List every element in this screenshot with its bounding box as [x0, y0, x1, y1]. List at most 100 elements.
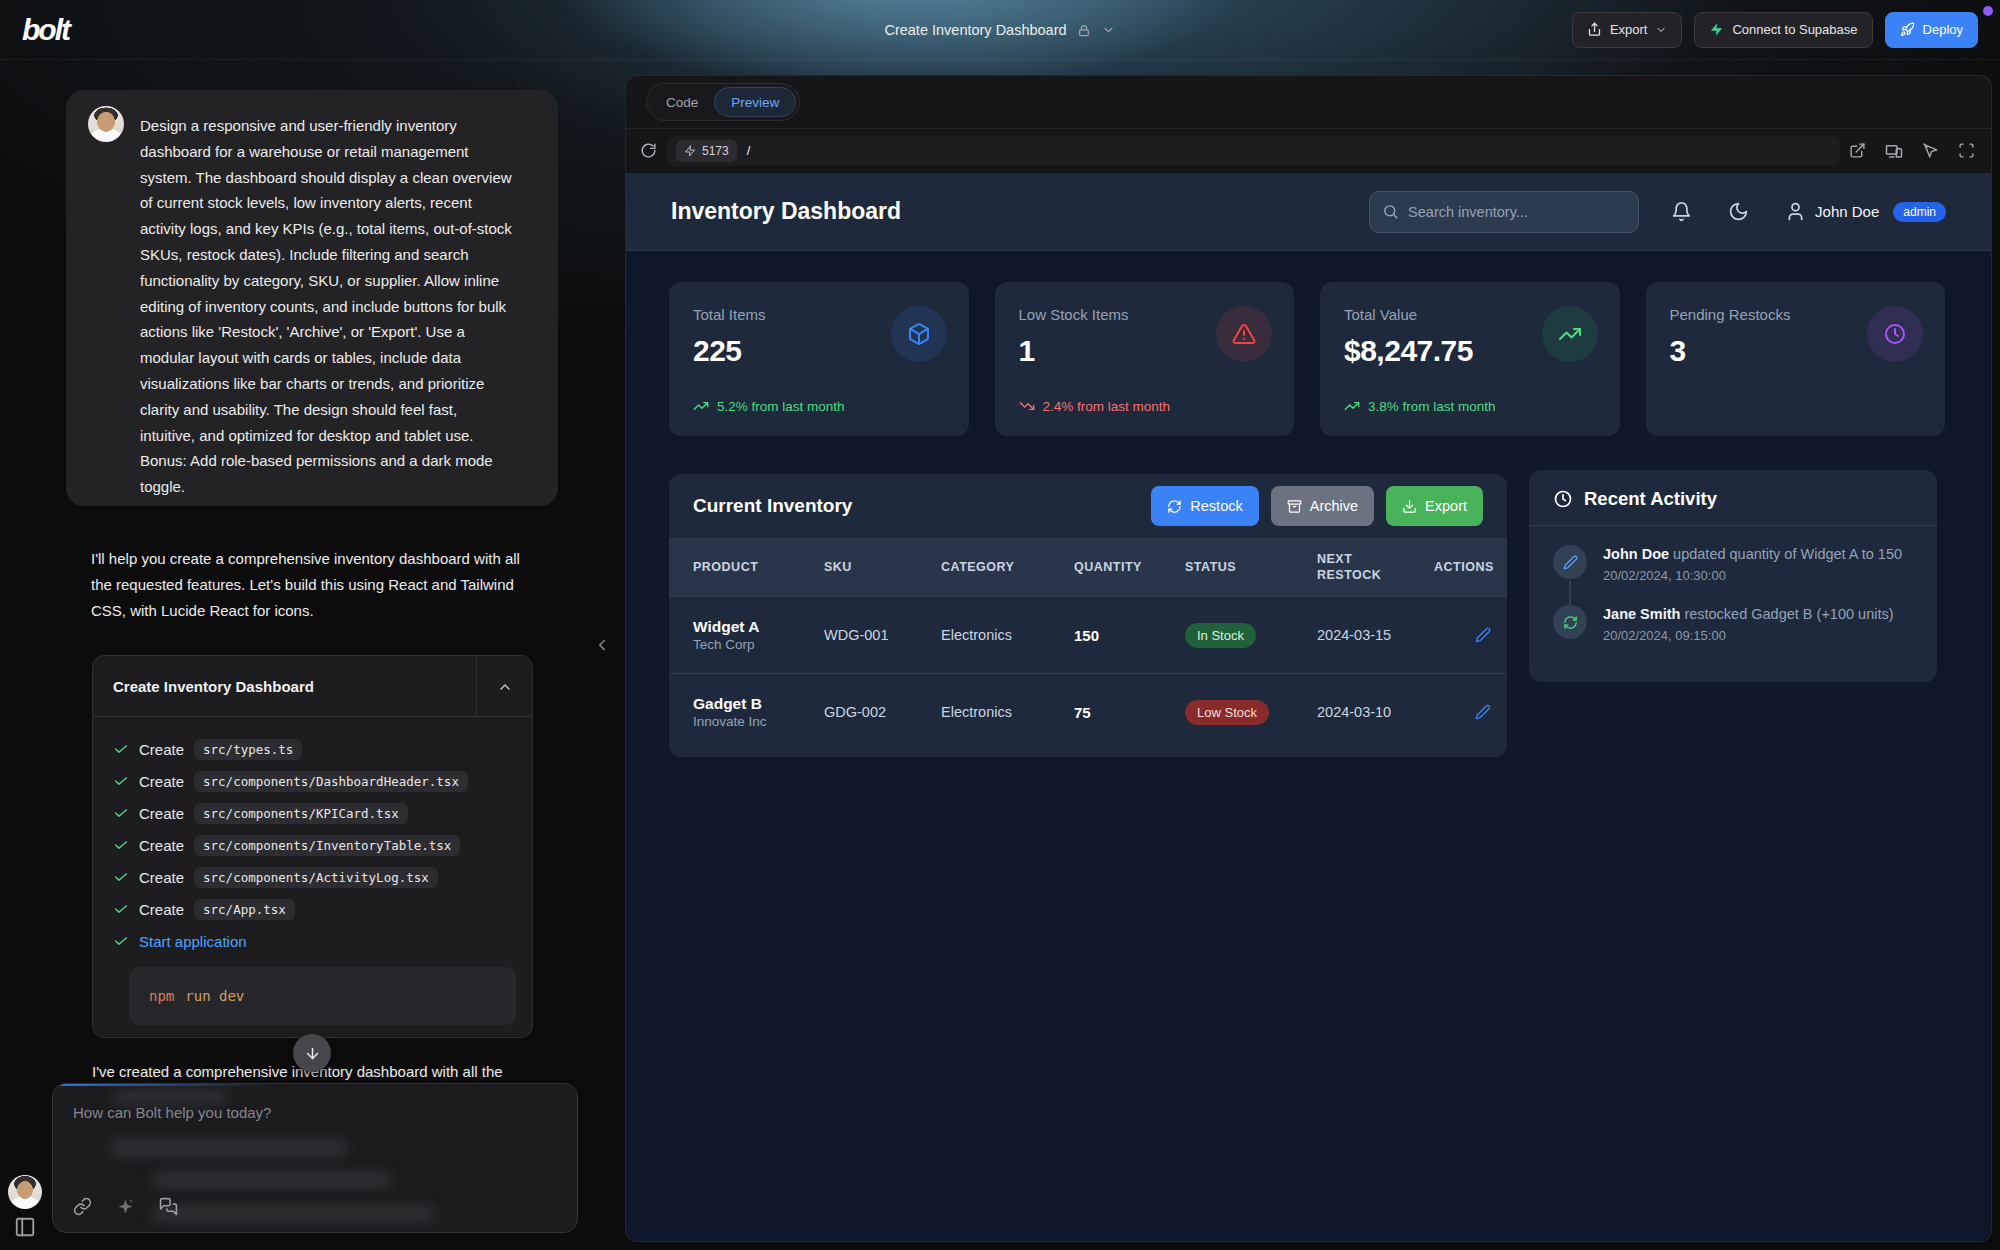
export-data-button[interactable]: Export: [1386, 486, 1483, 526]
chat-icon[interactable]: [159, 1197, 178, 1216]
export-label: Export: [1610, 22, 1648, 37]
project-title-group[interactable]: Create Inventory Dashboard: [884, 0, 1115, 60]
link-icon[interactable]: [73, 1197, 92, 1216]
export-button[interactable]: Export: [1572, 12, 1683, 48]
activity-timestamp: 20/02/2024, 09:15:00: [1603, 628, 1894, 643]
dashboard-title: Inventory Dashboard: [671, 198, 901, 225]
product-name: Gadget B: [693, 695, 762, 712]
dark-mode-toggle-icon[interactable]: [1728, 201, 1749, 222]
check-icon: [113, 773, 129, 789]
tab-code[interactable]: Code: [650, 87, 714, 117]
file-path-chip[interactable]: src/components/ActivityLog.tsx: [194, 867, 438, 888]
file-path-chip[interactable]: src/types.ts: [194, 739, 302, 760]
search-icon: [1382, 203, 1399, 220]
user-icon: [1785, 201, 1806, 222]
user-menu[interactable]: John Doe admin: [1785, 201, 1946, 222]
blurred-text: [151, 1172, 391, 1188]
inventory-search[interactable]: [1369, 191, 1639, 233]
inventory-search-input[interactable]: [1408, 204, 1608, 220]
file-action-row: Create src/types.ts: [113, 733, 512, 765]
quantity-cell[interactable]: 75: [1074, 704, 1185, 721]
file-action-label: Create: [139, 741, 184, 758]
connect-label: Connect to Supabase: [1732, 22, 1857, 37]
address-bar[interactable]: 5173 /: [667, 136, 1840, 166]
file-path-chip[interactable]: src/components/InventoryTable.tsx: [194, 835, 460, 856]
activity-item: John Doe updated quantity of Widget A to…: [1553, 545, 1913, 583]
activity-title: Recent Activity: [1584, 488, 1717, 510]
port-number: 5173: [702, 144, 729, 158]
upload-icon: [1587, 22, 1602, 37]
file-path-chip[interactable]: src/App.tsx: [194, 899, 295, 920]
download-icon: [1402, 499, 1417, 514]
inspect-cursor-icon[interactable]: [1922, 142, 1939, 159]
user-prompt-text: Design a responsive and user-friendly in…: [140, 108, 514, 500]
refresh-icon: [1553, 605, 1587, 639]
archive-button[interactable]: Archive: [1271, 486, 1374, 526]
archive-icon: [1287, 499, 1302, 514]
edit-icon[interactable]: [1475, 627, 1491, 643]
check-icon: [113, 805, 129, 821]
collapse-chat-chevron[interactable]: [593, 636, 611, 654]
devices-icon[interactable]: [1885, 142, 1903, 160]
restock-button[interactable]: Restock: [1151, 486, 1258, 526]
quantity-cell[interactable]: 150: [1074, 627, 1185, 644]
file-path-chip[interactable]: src/components/DashboardHeader.tsx: [194, 771, 468, 792]
next-restock-cell: 2024-03-10: [1317, 704, 1434, 720]
supabase-bolt-icon: [1709, 22, 1724, 37]
activity-action: updated quantity of Widget A to 150: [1669, 546, 1902, 562]
chevron-down-icon[interactable]: [1102, 23, 1116, 37]
preview-viewport: Inventory Dashboard John Doe admin Total…: [626, 173, 1991, 1241]
activity-action: restocked Gadget B (+100 units): [1680, 606, 1893, 622]
command-args: run dev: [185, 988, 244, 1004]
edit-icon[interactable]: [1475, 704, 1491, 720]
category-cell: Electronics: [941, 704, 1074, 720]
kpi-trend: 3.8% from last month: [1344, 398, 1496, 414]
blurred-text: [109, 1140, 349, 1156]
sidebar-toggle-icon[interactable]: [14, 1216, 36, 1238]
scroll-down-button[interactable]: [293, 1034, 331, 1072]
port-chip[interactable]: 5173: [676, 140, 737, 162]
user-avatar-small[interactable]: [8, 1175, 42, 1209]
preview-toolbar: 5173 /: [626, 129, 1991, 172]
file-action-label: Create: [139, 869, 184, 886]
connect-supabase-button[interactable]: Connect to Supabase: [1694, 12, 1872, 48]
bell-icon[interactable]: [1671, 201, 1692, 222]
dashboard-header: Inventory Dashboard John Doe admin: [626, 173, 1991, 251]
file-action-row: Create src/components/InventoryTable.tsx: [113, 829, 512, 861]
clock-icon: [1867, 306, 1923, 362]
current-inventory-card: Current Inventory Restock Archive Export: [669, 474, 1507, 757]
open-external-icon[interactable]: [1849, 142, 1866, 159]
view-tabs-row: Code Preview: [626, 76, 1991, 129]
check-icon: [113, 869, 129, 885]
sparkles-icon[interactable]: [116, 1197, 135, 1216]
actions-panel-header[interactable]: Create Inventory Dashboard: [93, 656, 532, 717]
start-application-link[interactable]: Start application: [139, 933, 247, 950]
recent-activity-card: Recent Activity John Doe updated quantit…: [1529, 470, 1937, 682]
url-path: /: [747, 143, 751, 158]
column-header: PRODUCT: [693, 560, 824, 574]
table-row: Gadget BInnovate Inc GDG-002 Electronics…: [669, 673, 1507, 750]
file-action-row: Create src/App.tsx: [113, 893, 512, 925]
reload-icon[interactable]: [640, 142, 657, 159]
trending-down-icon: [1019, 398, 1035, 414]
supplier-name: Tech Corp: [693, 637, 755, 652]
file-path-chip[interactable]: src/components/KPICard.tsx: [194, 803, 408, 824]
kpi-trend: 5.2% from last month: [693, 398, 845, 414]
file-action-label: Create: [139, 901, 184, 918]
package-icon: [891, 306, 947, 362]
deploy-button[interactable]: Deploy: [1885, 12, 1978, 48]
category-cell: Electronics: [941, 627, 1074, 643]
chat-input[interactable]: [73, 1104, 553, 1121]
rocket-icon: [1900, 22, 1915, 37]
column-header: QUANTITY: [1074, 560, 1185, 574]
bolt-logo[interactable]: bolt: [22, 13, 69, 47]
pencil-icon: [1553, 545, 1587, 579]
fullscreen-icon[interactable]: [1958, 142, 1975, 159]
file-action-row: Create src/components/DashboardHeader.ts…: [113, 765, 512, 797]
chevron-up-icon[interactable]: [476, 656, 532, 717]
tab-preview[interactable]: Preview: [714, 87, 796, 117]
chat-input-panel: [52, 1083, 578, 1233]
user-name: John Doe: [1815, 203, 1879, 220]
column-header: CATEGORY: [941, 560, 1074, 574]
status-badge: In Stock: [1185, 623, 1256, 648]
